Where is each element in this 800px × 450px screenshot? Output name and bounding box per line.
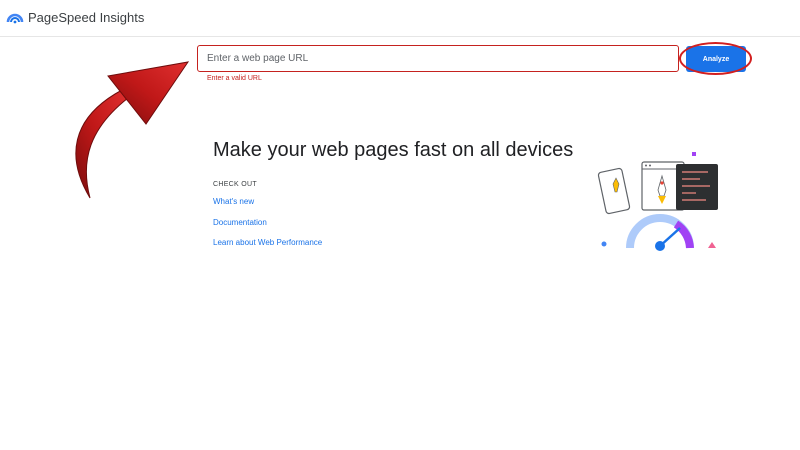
page-headline: Make your web pages fast on all devices xyxy=(213,139,574,161)
learn-web-performance-link[interactable]: Learn about Web Performance xyxy=(213,238,322,247)
url-error-message: Enter a valid URL xyxy=(207,75,262,82)
app-title[interactable]: PageSpeed Insights xyxy=(28,10,144,25)
red-curved-arrow-annotation xyxy=(75,61,190,199)
check-out-heading: CHECK OUT xyxy=(213,181,257,188)
analyze-button[interactable]: Analyze xyxy=(686,46,746,72)
url-input[interactable] xyxy=(197,45,679,72)
performance-illustration xyxy=(597,152,718,251)
top-app-bar: PageSpeed Insights xyxy=(0,0,800,37)
documentation-link[interactable]: Documentation xyxy=(213,218,267,227)
pagespeed-gauge-icon[interactable] xyxy=(6,8,24,26)
pagespeed-insights-page: PageSpeed Insights Enter a valid URL Ana… xyxy=(0,0,800,450)
whats-new-link[interactable]: What's new xyxy=(213,197,254,206)
